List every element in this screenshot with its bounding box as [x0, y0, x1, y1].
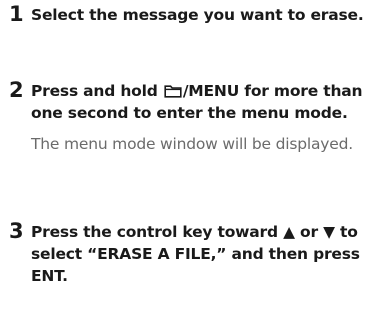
step-number: 2 [9, 78, 24, 102]
step-body: Press and hold /MENU for more than one s… [31, 80, 369, 155]
manual-page: 1 Select the message you want to erase. … [0, 0, 373, 311]
step-number: 1 [9, 2, 24, 26]
step-3: 3 Press the control key toward ▲ or ▼ to… [9, 219, 369, 287]
step-instruction: Select the message you want to erase. [31, 6, 364, 24]
step-instruction: Press the control key toward ▲ or ▼ to s… [31, 223, 360, 285]
step-number: 3 [9, 219, 24, 243]
step-note: The menu mode window will be displayed. [31, 135, 353, 153]
step-instruction: Press and hold /MENU for more than one s… [31, 80, 369, 124]
step-body: Select the message you want to erase. [31, 4, 369, 26]
folder-icon [164, 85, 182, 98]
instruction-text-before-icon: Press and hold [31, 82, 163, 100]
step-1: 1 Select the message you want to erase. [9, 2, 369, 26]
step-2: 2 Press and hold /MENU for more than one… [9, 78, 369, 155]
step-body: Press the control key toward ▲ or ▼ to s… [31, 221, 369, 287]
